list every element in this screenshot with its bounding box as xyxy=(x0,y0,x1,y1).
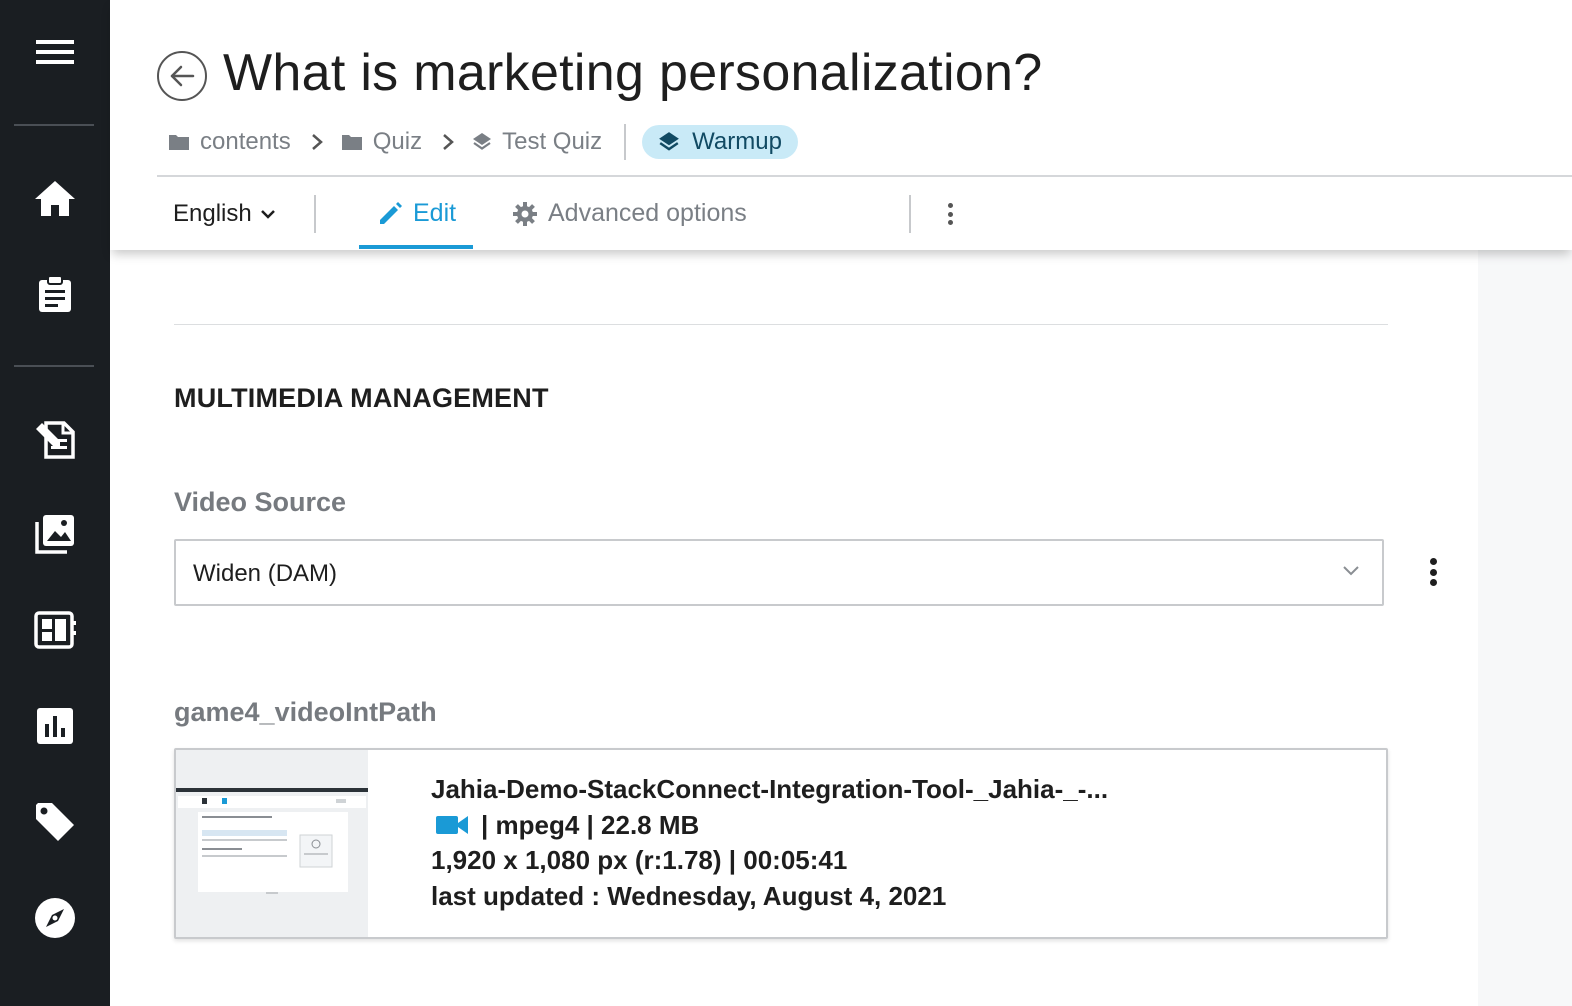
breadcrumb-label: contents xyxy=(200,128,291,155)
chevron-right-icon xyxy=(442,133,454,151)
tag-icon xyxy=(36,803,74,841)
layers-icon xyxy=(659,132,680,151)
video-format-row: | mpeg4 | 22.8 MB xyxy=(431,808,1108,844)
section-title: MULTIMEDIA MANAGEMENT xyxy=(174,383,549,413)
chevron-down-icon xyxy=(1343,566,1359,576)
tab-advanced-options[interactable]: Advanced options xyxy=(512,199,747,228)
page-header: What is marketing personalization? conte… xyxy=(110,0,1572,250)
video-last-updated: last updated : Wednesday, August 4, 2021 xyxy=(431,880,947,911)
breadcrumb-label: Test Quiz xyxy=(502,128,603,155)
toolbar-divider xyxy=(314,195,316,233)
sidebar-item-home[interactable] xyxy=(0,168,110,228)
sidebar-item-explore[interactable] xyxy=(0,888,110,948)
sidebar-item-clipboard[interactable] xyxy=(0,264,110,324)
tab-edit-label: Edit xyxy=(413,199,457,227)
video-camera-icon xyxy=(436,816,468,835)
gear-icon xyxy=(513,201,537,226)
sidebar-item-media[interactable] xyxy=(0,504,110,564)
sidebar-item-content-editor[interactable] xyxy=(0,408,110,468)
layers-icon xyxy=(473,133,492,150)
language-label: English xyxy=(173,200,252,227)
field-options-icon[interactable] xyxy=(1429,558,1437,586)
menu-icon xyxy=(36,40,74,64)
folder-icon xyxy=(341,135,362,150)
tab-advanced-label: Advanced options xyxy=(548,199,747,227)
video-thumbnail xyxy=(176,750,368,937)
breadcrumb-item-contents[interactable]: contents xyxy=(168,128,291,156)
sidebar-item-tags[interactable] xyxy=(0,792,110,852)
breadcrumb: contents Quiz Test Quiz Warmup xyxy=(168,124,798,160)
sidebar xyxy=(0,0,110,1006)
folder-icon xyxy=(169,135,189,150)
home-icon xyxy=(35,181,75,216)
clipboard-icon xyxy=(39,275,71,312)
breadcrumb-divider xyxy=(624,124,627,160)
arrow-left-icon xyxy=(170,65,195,87)
section-divider xyxy=(174,324,1388,325)
video-source-select[interactable]: Widen (DAM) xyxy=(174,539,1384,606)
tab-edit[interactable]: Edit xyxy=(359,180,473,249)
active-tab-indicator xyxy=(359,245,473,249)
pencil-icon xyxy=(380,201,402,224)
sidebar-item-analytics[interactable] xyxy=(0,696,110,756)
breadcrumb-current-label: Warmup xyxy=(692,128,782,155)
menu-button[interactable] xyxy=(0,22,110,82)
sidebar-item-dashboard[interactable] xyxy=(0,600,110,660)
page-title: What is marketing personalization? xyxy=(223,44,1043,102)
video-source-label: Video Source xyxy=(174,487,347,517)
video-source-value: Widen (DAM) xyxy=(193,560,338,587)
main-content: MULTIMEDIA MANAGEMENT Video Source Widen… xyxy=(110,250,1572,1006)
breadcrumb-current-warmup[interactable]: Warmup xyxy=(642,125,798,159)
more-options-icon[interactable] xyxy=(946,203,954,225)
video-metadata: Jahia-Demo-StackConnect-Integration-Tool… xyxy=(431,772,1108,914)
language-select[interactable]: English xyxy=(173,200,276,228)
breadcrumb-item-test-quiz[interactable]: Test Quiz xyxy=(472,128,602,156)
toolbar: English Edit Advanced options xyxy=(157,180,1157,250)
video-path-label: game4_videoIntPath xyxy=(174,697,437,727)
dashboard-icon xyxy=(34,611,76,649)
video-format-size: | mpeg4 | 22.8 MB xyxy=(481,809,700,840)
video-dimensions-duration: 1,920 x 1,080 px (r:1.78) | 00:05:41 xyxy=(431,845,848,875)
chevron-down-icon xyxy=(260,210,275,219)
content-editor-icon xyxy=(36,421,75,459)
video-file-name: Jahia-Demo-StackConnect-Integration-Tool… xyxy=(431,774,1109,804)
breadcrumb-item-quiz[interactable]: Quiz xyxy=(341,128,422,156)
analytics-icon xyxy=(37,708,73,744)
breadcrumb-label: Quiz xyxy=(372,128,423,155)
sidebar-divider xyxy=(14,365,94,367)
sidebar-divider xyxy=(14,124,94,126)
back-button[interactable] xyxy=(157,51,207,101)
toolbar-divider xyxy=(909,195,911,233)
compass-icon xyxy=(35,898,75,938)
header-divider xyxy=(157,175,1572,177)
right-gutter xyxy=(1478,250,1572,1006)
chevron-right-icon xyxy=(311,133,323,151)
media-library-icon xyxy=(35,515,74,554)
video-media-card[interactable]: Jahia-Demo-StackConnect-Integration-Tool… xyxy=(174,748,1388,939)
